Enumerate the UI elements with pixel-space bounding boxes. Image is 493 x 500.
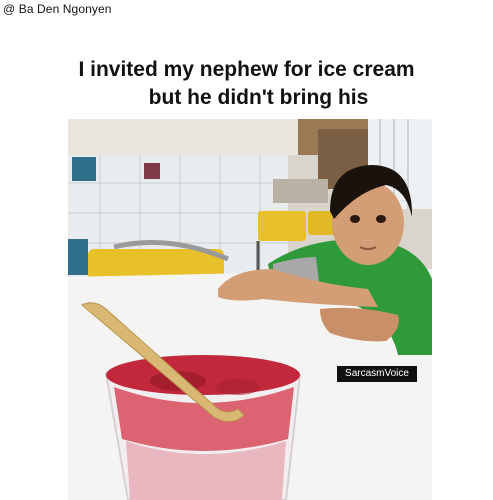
meme-photo: SarcasmVoice [68,119,432,500]
yellow-chair-back [258,211,306,241]
author-handle: @ Ba Den Ngonyen [3,2,112,16]
watermark-label: SarcasmVoice [337,366,417,382]
caption-line-2: but he didn't bring his [148,86,369,109]
photo-illustration [68,119,432,500]
meme-caption: I invited my nephew for ice cream but he… [0,56,493,112]
caption-line-1: I invited my nephew for ice cream [78,58,415,81]
ice-cream-cup-icon [104,355,302,500]
upper-wall [68,119,298,155]
